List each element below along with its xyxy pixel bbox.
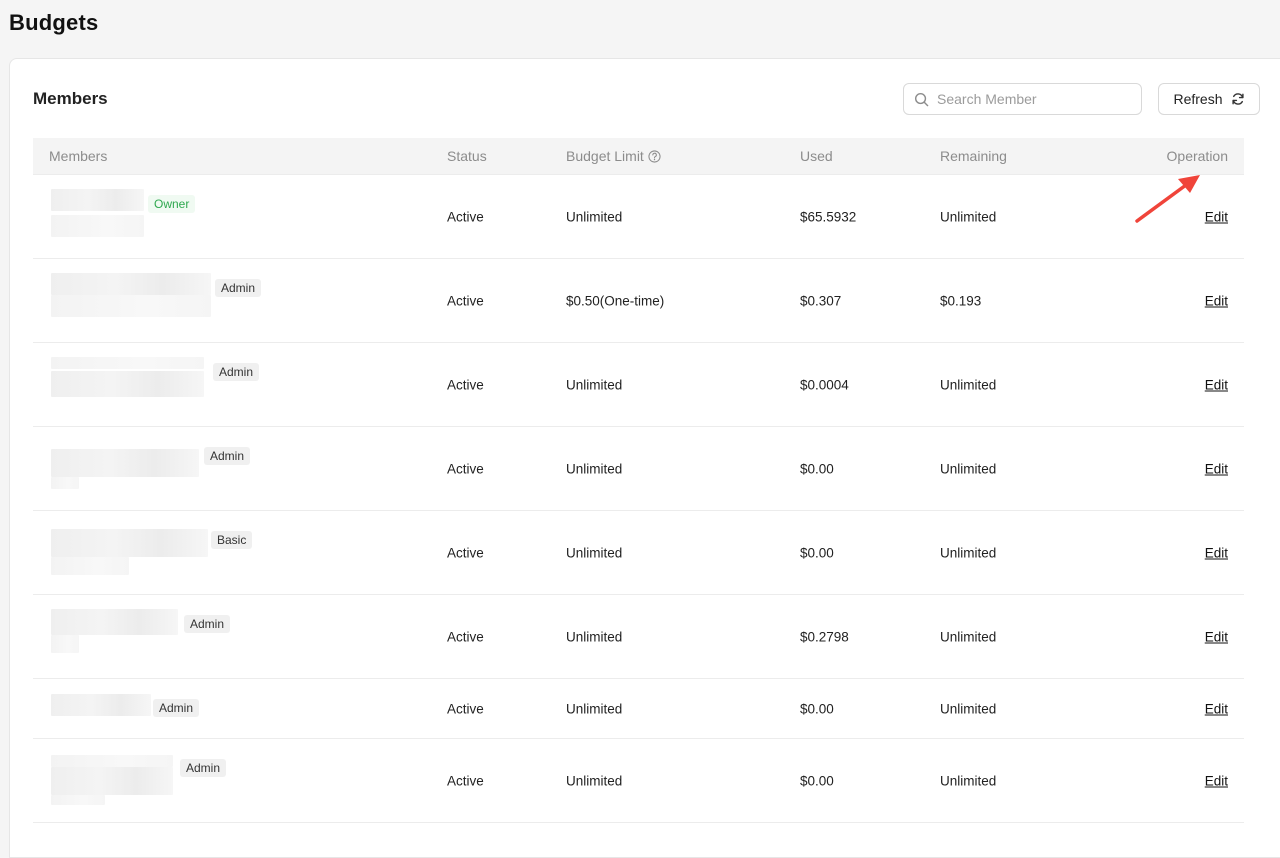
refresh-label: Refresh [1173,91,1223,107]
budget-limit-cell: Unlimited [566,773,623,788]
budget-limit-cell: Unlimited [566,701,623,716]
edit-link[interactable]: Edit [1205,773,1228,788]
budget-limit-cell: Unlimited [566,461,623,476]
budget-limit-cell: Unlimited [566,545,623,560]
used-cell: $65.5932 [800,209,857,224]
member-email-redacted [51,477,79,489]
edit-link[interactable]: Edit [1205,293,1228,308]
remaining-cell: Unlimited [940,209,997,224]
used-cell: $0.00 [800,545,834,560]
member-name-redacted [51,449,199,477]
role-tag: Admin [184,615,231,633]
edit-link[interactable]: Edit [1205,377,1228,392]
remaining-cell: Unlimited [940,701,997,716]
budget-limit-cell: Unlimited [566,629,623,644]
role-tag: Admin [180,759,227,777]
remaining-cell: Unlimited [940,773,997,788]
column-budget-limit: Budget Limit [566,138,661,175]
table-row: Admin Active $0.50(One-time) $0.307 $0.1… [33,259,1244,343]
used-cell: $0.307 [800,293,842,308]
table-row: Admin Active Unlimited $0.00 Unlimited E… [33,679,1244,739]
status-cell: Active [447,293,484,308]
table-row: Admin Active Unlimited $0.00 Unlimited E… [33,739,1244,823]
status-cell: Active [447,461,484,476]
edit-link[interactable]: Edit [1205,545,1228,560]
table-header: Members Status Budget Limit Used Remaini… [33,138,1244,175]
role-tag: Basic [211,531,253,549]
member-name-redacted [51,189,144,211]
status-cell: Active [447,773,484,788]
member-email-redacted [51,557,129,575]
refresh-button[interactable]: Refresh [1158,83,1260,115]
edit-link[interactable]: Edit [1205,629,1228,644]
column-members: Members [49,148,108,164]
role-tag: Admin [153,699,200,717]
remaining-cell: Unlimited [940,461,997,476]
edit-link[interactable]: Edit [1205,701,1228,716]
table-row: Owner Active Unlimited $65.5932 Unlimite… [33,175,1244,259]
member-name-redacted [51,273,211,295]
table-row: Admin Active Unlimited $0.0004 Unlimited… [33,343,1244,427]
member-email-redacted [51,295,211,317]
role-tag: Admin [213,363,260,381]
column-budget-limit-label: Budget Limit [566,148,644,164]
page-title: Budgets [9,10,99,35]
member-name-redacted [51,529,208,557]
status-cell: Active [447,545,484,560]
table-row: Admin Active Unlimited $0.2798 Unlimited… [33,595,1244,679]
used-cell: $0.00 [800,701,834,716]
search-icon [914,92,929,106]
card-title: Members [33,89,108,108]
members-table: Members Status Budget Limit Used Remaini… [33,138,1244,823]
status-cell: Active [447,209,484,224]
member-name-redacted [51,357,204,369]
member-email-redacted [51,635,79,653]
budget-limit-cell: $0.50(One-time) [566,293,665,308]
remaining-cell: $0.193 [940,293,982,308]
table-row: Admin Active Unlimited $0.00 Unlimited E… [33,427,1244,511]
budget-limit-cell: Unlimited [566,209,623,224]
member-name-redacted [51,609,178,635]
column-status: Status [447,148,487,164]
column-used: Used [800,148,833,164]
annotation-arrow-icon [1135,175,1200,223]
member-extra-redacted [51,795,105,805]
remaining-cell: Unlimited [940,545,997,560]
member-email-redacted [51,371,204,397]
status-cell: Active [447,377,484,392]
status-cell: Active [447,629,484,644]
member-email-redacted [51,215,144,237]
status-cell: Active [447,701,484,716]
remaining-cell: Unlimited [940,377,997,392]
search-box[interactable] [903,83,1142,115]
table-row: Basic Active Unlimited $0.00 Unlimited E… [33,511,1244,595]
members-card: Members Refresh Members Status Budget Li… [9,58,1280,858]
column-remaining: Remaining [940,148,1007,164]
refresh-icon [1231,93,1244,105]
help-circle-icon[interactable] [648,140,661,177]
member-name-redacted [51,755,173,767]
budget-limit-cell: Unlimited [566,377,623,392]
used-cell: $0.0004 [800,377,849,392]
used-cell: $0.00 [800,461,834,476]
edit-link[interactable]: Edit [1205,461,1228,476]
used-cell: $0.2798 [800,629,849,644]
member-name-redacted [51,694,151,716]
used-cell: $0.00 [800,773,834,788]
role-tag: Admin [204,447,251,465]
remaining-cell: Unlimited [940,629,997,644]
member-email-redacted [51,767,173,795]
search-input[interactable] [937,91,1127,107]
role-tag: Owner [148,195,196,213]
role-tag: Admin [215,279,262,297]
